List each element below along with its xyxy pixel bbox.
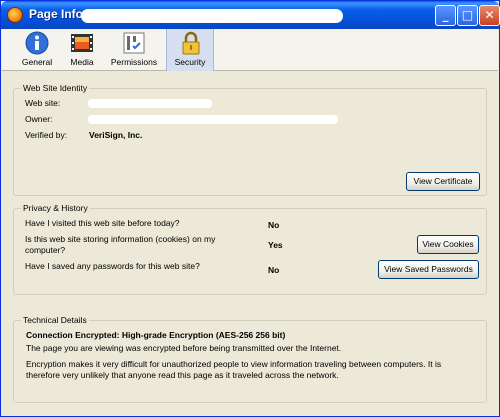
minimize-button[interactable]: _ (435, 5, 456, 26)
redacted-url (81, 9, 343, 23)
cookies-question-line2: computer? (25, 245, 66, 255)
tab-media[interactable]: Media (62, 29, 102, 71)
tab-security[interactable]: Security (166, 29, 214, 71)
permissions-icon (123, 32, 145, 54)
encryption-line2a: Encryption makes it very difficult for u… (26, 359, 442, 369)
view-certificate-button[interactable]: View Certificate (406, 172, 480, 191)
maximize-button[interactable]: □ (457, 5, 478, 26)
group-title-technical: Technical Details (21, 315, 89, 325)
close-button[interactable]: ✕ (479, 5, 500, 26)
lock-icon (182, 31, 200, 55)
info-icon (25, 31, 49, 55)
tab-security-label: Security (174, 57, 206, 67)
verified-by-value: VeriSign, Inc. (89, 130, 143, 140)
technical-details-group: Technical Details Connection Encrypted: … (13, 315, 487, 403)
group-title-privacy: Privacy & History (21, 203, 90, 213)
encryption-heading: Connection Encrypted: High-grade Encrypt… (26, 330, 286, 340)
tab-general[interactable]: General (14, 29, 60, 71)
firefox-icon (7, 7, 23, 23)
tab-general-label: General (21, 57, 53, 67)
film-icon (71, 34, 93, 52)
visited-answer: No (268, 220, 280, 230)
encryption-line1: The page you are viewing was encrypted b… (26, 343, 342, 353)
verified-by-label: Verified by: (25, 130, 68, 140)
passwords-answer: No (268, 265, 280, 275)
tab-permissions[interactable]: Permissions (104, 29, 164, 71)
cookies-answer: Yes (268, 240, 283, 250)
page-info-window: Page Info - _ □ ✕ General Media Permissi… (0, 0, 500, 417)
redacted-website (88, 99, 212, 108)
tab-permissions-label: Permissions (110, 57, 158, 67)
cookies-question-line1: Is this web site storing information (co… (25, 234, 216, 244)
tab-toolbar: General Media Permissions Security (2, 29, 498, 71)
tab-media-label: Media (70, 57, 94, 67)
passwords-question: Have I saved any passwords for this web … (25, 261, 200, 271)
website-label: Web site: (25, 98, 61, 108)
privacy-history-group: Privacy & History Have I visited this we… (13, 203, 487, 295)
view-cookies-button[interactable]: View Cookies (417, 235, 479, 254)
title-bar[interactable]: Page Info - _ □ ✕ (1, 1, 500, 29)
web-site-identity-group: Web Site Identity Web site: Owner: Verif… (13, 83, 487, 196)
visited-question: Have I visited this web site before toda… (25, 218, 180, 228)
group-title-identity: Web Site Identity (21, 83, 90, 93)
redacted-owner (88, 115, 338, 124)
owner-label: Owner: (25, 114, 53, 124)
view-saved-passwords-button[interactable]: View Saved Passwords (378, 260, 479, 279)
encryption-line2b: therefore very unlikely that anyone read… (26, 370, 339, 380)
